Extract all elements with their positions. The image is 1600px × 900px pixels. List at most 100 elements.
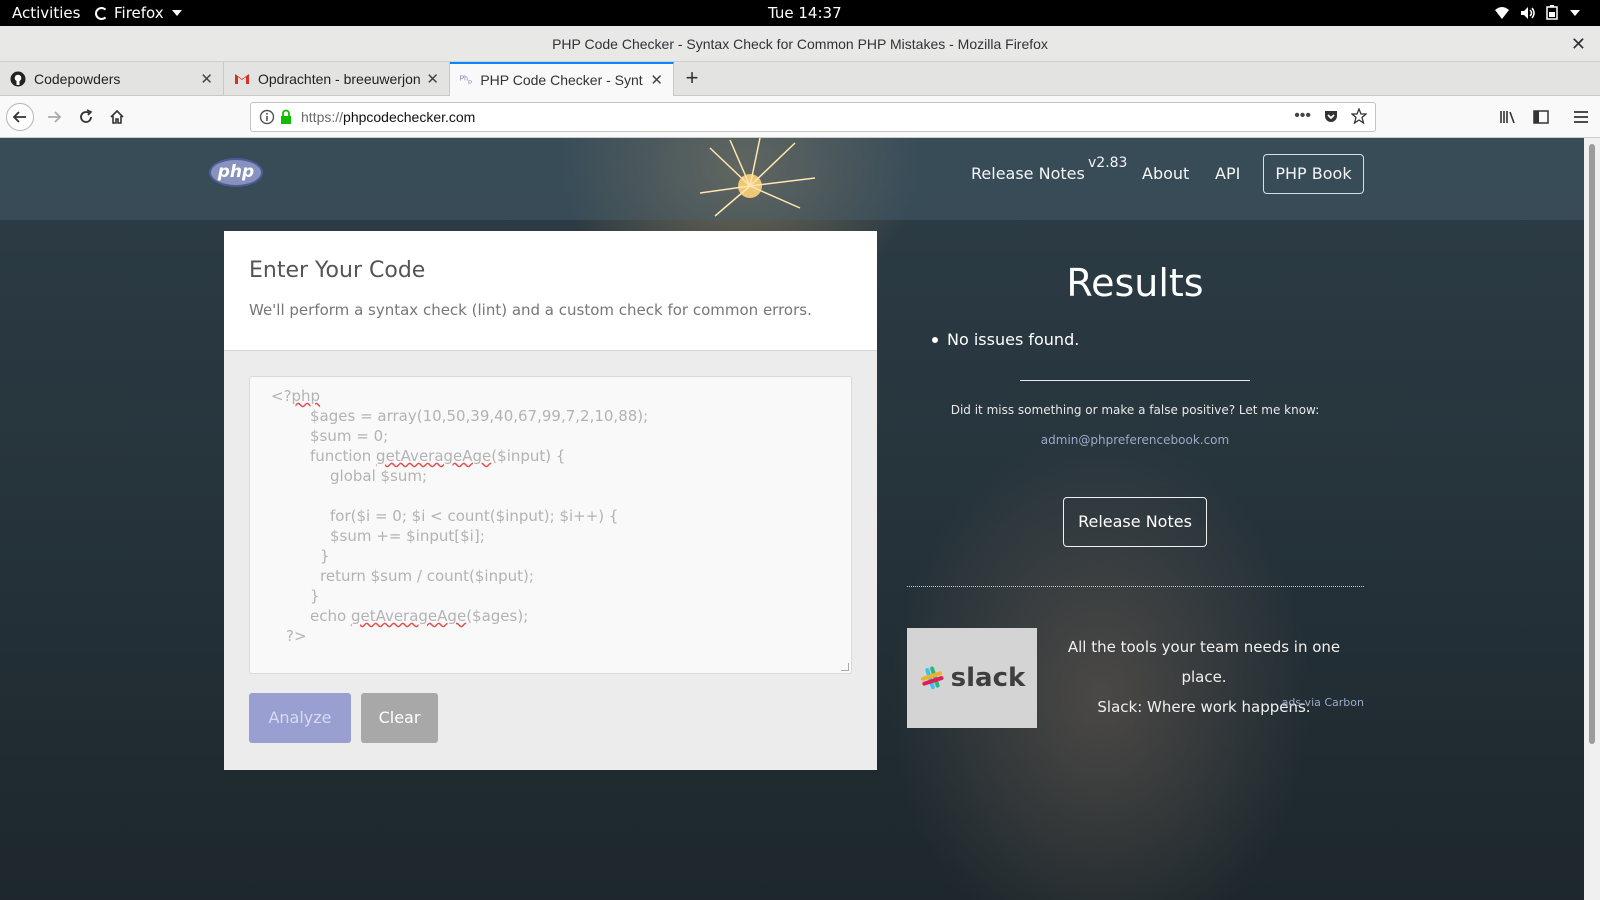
app-menu-label: Firefox — [114, 4, 164, 22]
window-close-icon[interactable]: ✕ — [1571, 26, 1586, 62]
web-page: php Release Notes v2.83 About API PHP Bo… — [0, 138, 1584, 900]
results-list-item: No issues found. — [932, 330, 1079, 349]
sparkler-decoration — [700, 138, 816, 217]
info-icon[interactable] — [259, 109, 275, 125]
tab-close-icon[interactable]: ✕ — [426, 70, 439, 88]
php-logo[interactable]: php — [209, 158, 263, 187]
version-label: v2.83 — [1088, 155, 1128, 171]
code-line: $sum += $input[$i]; — [330, 527, 485, 545]
tab-php-code-checker[interactable]: ᴾʰₚ PHP Code Checker - Synt ✕ — [450, 62, 674, 96]
slack-logo-icon — [920, 666, 944, 690]
home-button[interactable] — [103, 103, 131, 131]
pocket-icon[interactable] — [1323, 108, 1339, 124]
ads-via-carbon-link[interactable]: ads via Carbon — [1250, 696, 1364, 709]
tab-close-icon[interactable]: ✕ — [200, 70, 213, 88]
code-textarea[interactable]: <?php $ages = array(10,50,39,40,67,99,7,… — [249, 376, 852, 674]
url-bar[interactable]: https://phpcodechecker.com ••• — [250, 102, 1376, 132]
tab-codepowders[interactable]: Codepowders ✕ — [0, 62, 224, 96]
app-menu[interactable]: Firefox — [95, 4, 182, 22]
code-token: getAverageAge — [350, 607, 467, 625]
php-favicon-icon: ᴾʰₚ — [460, 74, 473, 86]
tab-bar: Codepowders ✕ Opdrachten - breeuwerjon ✕… — [0, 62, 1600, 96]
analyze-button[interactable]: Analyze — [249, 693, 351, 743]
release-notes-button[interactable]: Release Notes — [1063, 497, 1207, 547]
php-book-button[interactable]: PHP Book — [1263, 154, 1364, 194]
tab-title: Opdrachten - breeuwerjon — [258, 71, 421, 87]
reload-button[interactable] — [72, 103, 100, 131]
url-protocol: https:// — [301, 109, 344, 125]
sidebar-button[interactable] — [1528, 104, 1554, 130]
battery-icon — [1546, 5, 1558, 20]
code-line: $ages = array(10,50,39,40,67,99,7,2,10,8… — [310, 407, 649, 425]
new-tab-button[interactable]: + — [680, 62, 704, 96]
code-token: php — [291, 387, 321, 405]
home-icon — [110, 109, 124, 124]
window-title: PHP Code Checker - Syntax Check for Comm… — [552, 36, 1048, 52]
tab-title: PHP Code Checker - Synt — [480, 72, 643, 88]
bookmark-star-icon[interactable] — [1351, 108, 1367, 124]
result-text: No issues found. — [947, 330, 1080, 349]
volume-icon — [1521, 6, 1535, 19]
url-host: phpcodechecker.com — [343, 109, 476, 125]
site-header: php Release Notes v2.83 About API PHP Bo… — [0, 138, 1584, 220]
hamburger-menu-icon — [1574, 111, 1588, 123]
scrollbar-thumb[interactable] — [1589, 144, 1595, 744]
code-line: $sum = 0; — [310, 427, 389, 445]
wifi-icon — [1495, 6, 1509, 19]
divider — [1020, 380, 1250, 381]
clear-button[interactable]: Clear — [361, 693, 438, 743]
arrow-left-icon — [12, 111, 26, 123]
clock[interactable]: Tue 14:37 — [768, 4, 842, 22]
page-scrollbar[interactable] — [1584, 138, 1600, 900]
nav-about-link[interactable]: About — [1142, 164, 1189, 183]
code-panel-title: Enter Your Code — [249, 258, 426, 283]
os-top-bar: Activities Firefox Tue 14:37 — [0, 0, 1600, 26]
feedback-text: Did it miss something or make a false po… — [950, 403, 1320, 417]
contact-email-link[interactable]: admin@phpreferencebook.com — [907, 433, 1363, 447]
lock-icon — [281, 109, 291, 124]
arrow-right-icon — [48, 111, 62, 123]
code-line: global $sum; — [330, 467, 428, 485]
divider — [907, 586, 1364, 587]
library-button[interactable] — [1495, 104, 1521, 130]
code-line: return $sum / count($input); — [320, 567, 534, 585]
back-button[interactable] — [6, 103, 34, 131]
ad-line: All the tools your team needs in one pla… — [1067, 638, 1341, 686]
chevron-down-icon — [1570, 9, 1580, 16]
ad-image[interactable]: slack — [907, 628, 1037, 728]
firefox-icon — [95, 6, 108, 20]
reload-icon — [80, 109, 93, 123]
code-line: } — [310, 587, 320, 605]
nav-release-notes-link[interactable]: Release Notes — [971, 164, 1085, 183]
resize-handle[interactable] — [841, 663, 849, 671]
system-tray[interactable] — [1494, 5, 1580, 20]
window-titlebar: PHP Code Checker - Syntax Check for Comm… — [0, 26, 1600, 62]
tab-gmail[interactable]: Opdrachten - breeuwerjon ✕ — [224, 62, 450, 96]
chevron-down-icon — [171, 10, 182, 16]
github-icon — [10, 71, 26, 87]
code-panel-subtitle: We'll perform a syntax check (lint) and … — [249, 301, 812, 319]
bullet-icon — [932, 336, 938, 343]
results-title: Results — [1066, 261, 1204, 305]
ad-brand: slack — [950, 663, 1026, 693]
code-line: function getAverageAge($input) { — [310, 447, 566, 465]
sidebar-icon — [1533, 110, 1549, 124]
tab-close-icon[interactable]: ✕ — [650, 71, 663, 89]
library-icon — [1500, 111, 1515, 124]
activities-button[interactable]: Activities — [12, 4, 80, 22]
nav-api-link[interactable]: API — [1215, 164, 1240, 183]
code-token: getAverageAge — [376, 447, 492, 465]
code-line: for($i = 0; $i < count($input); $i++) { — [330, 507, 619, 525]
code-line: } — [320, 547, 330, 565]
code-panel: Enter Your Code We'll perform a syntax c… — [224, 231, 877, 770]
gmail-icon — [235, 74, 249, 84]
page-actions-icon[interactable]: ••• — [1294, 107, 1311, 125]
code-line: echo getAverageAge($ages); — [310, 607, 529, 625]
forward-button[interactable] — [40, 103, 68, 131]
code-line: ?> — [286, 627, 307, 645]
tab-title: Codepowders — [34, 71, 121, 87]
menu-button[interactable] — [1568, 104, 1594, 130]
code-line: <?php — [271, 387, 321, 405]
code-panel-header: Enter Your Code We'll perform a syntax c… — [224, 231, 877, 351]
navigation-toolbar: https://phpcodechecker.com ••• — [0, 96, 1600, 138]
